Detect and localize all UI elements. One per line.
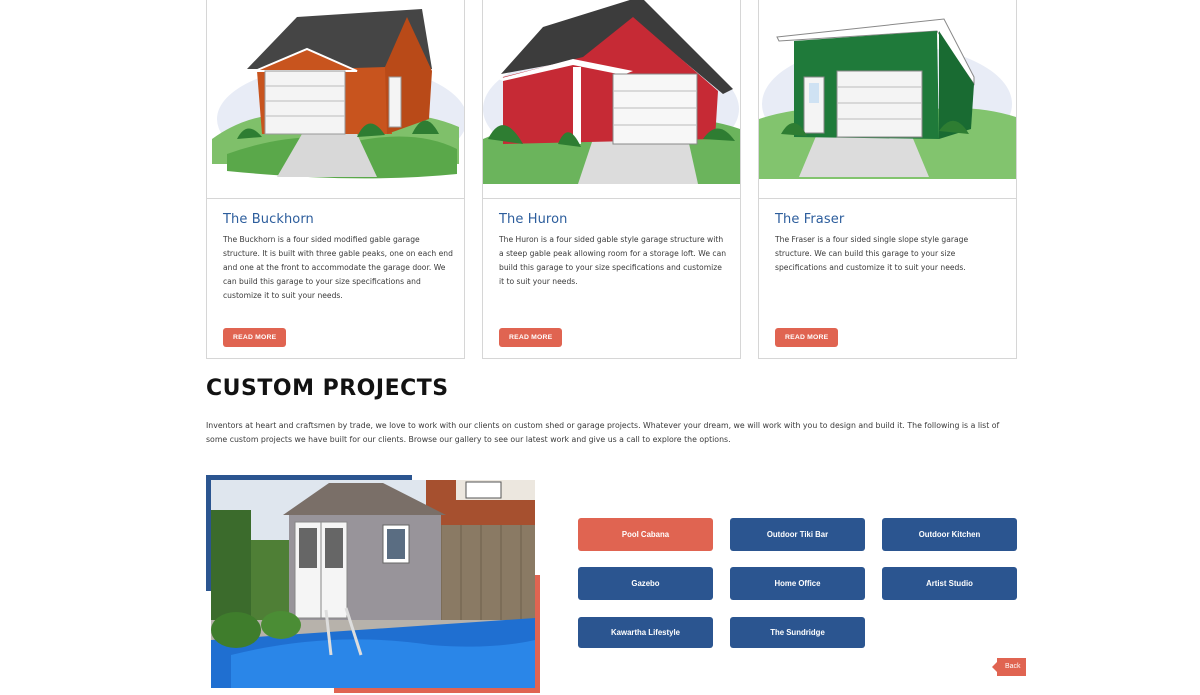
project-button-home-office[interactable]: Home Office: [730, 567, 865, 600]
custom-projects-intro: Inventors at heart and craftsmen by trad…: [206, 421, 1000, 444]
project-button-gazebo[interactable]: Gazebo: [578, 567, 713, 600]
project-button-kawartha-lifestyle[interactable]: Kawartha Lifestyle: [578, 617, 713, 648]
garage-description: The Buckhorn is a four sided modified ga…: [223, 235, 453, 300]
garage-title: The Buckhorn: [223, 212, 314, 227]
garage-description: The Huron is a four sided gable style ga…: [499, 235, 727, 286]
project-button-outdoor-tiki-bar[interactable]: Outdoor Tiki Bar: [730, 518, 865, 551]
custom-project-photo-frame: [206, 475, 540, 695]
project-button-pool-cabana[interactable]: Pool Cabana: [578, 518, 713, 551]
garage-card-huron: The Huron The Huron is a four sided gabl…: [482, 0, 741, 359]
garage-description: The Fraser is a four sided single slope …: [775, 235, 969, 272]
garage-card-buckhorn: The Buckhorn The Buckhorn is a four side…: [206, 0, 465, 359]
pool-cabana-photo[interactable]: [211, 480, 535, 688]
read-more-button[interactable]: READ MORE: [223, 328, 287, 347]
back-button[interactable]: Back: [992, 658, 1026, 676]
project-button-outdoor-kitchen[interactable]: Outdoor Kitchen: [882, 518, 1017, 551]
garage-title: The Huron: [499, 212, 568, 227]
read-more-button[interactable]: READ MORE: [775, 328, 839, 347]
project-button-the-sundridge[interactable]: The Sundridge: [730, 617, 865, 648]
project-button-artist-studio[interactable]: Artist Studio: [882, 567, 1017, 600]
garage-title: The Fraser: [775, 212, 845, 227]
garage-card-fraser: The Fraser The Fraser is a four sided si…: [758, 0, 1017, 359]
fraser-garage-illustration[interactable]: [759, 0, 1016, 199]
custom-projects-heading: CUSTOM PROJECTS: [206, 376, 449, 401]
huron-garage-illustration[interactable]: [483, 0, 740, 199]
read-more-button[interactable]: READ MORE: [499, 328, 563, 347]
buckhorn-garage-illustration[interactable]: [207, 0, 464, 199]
